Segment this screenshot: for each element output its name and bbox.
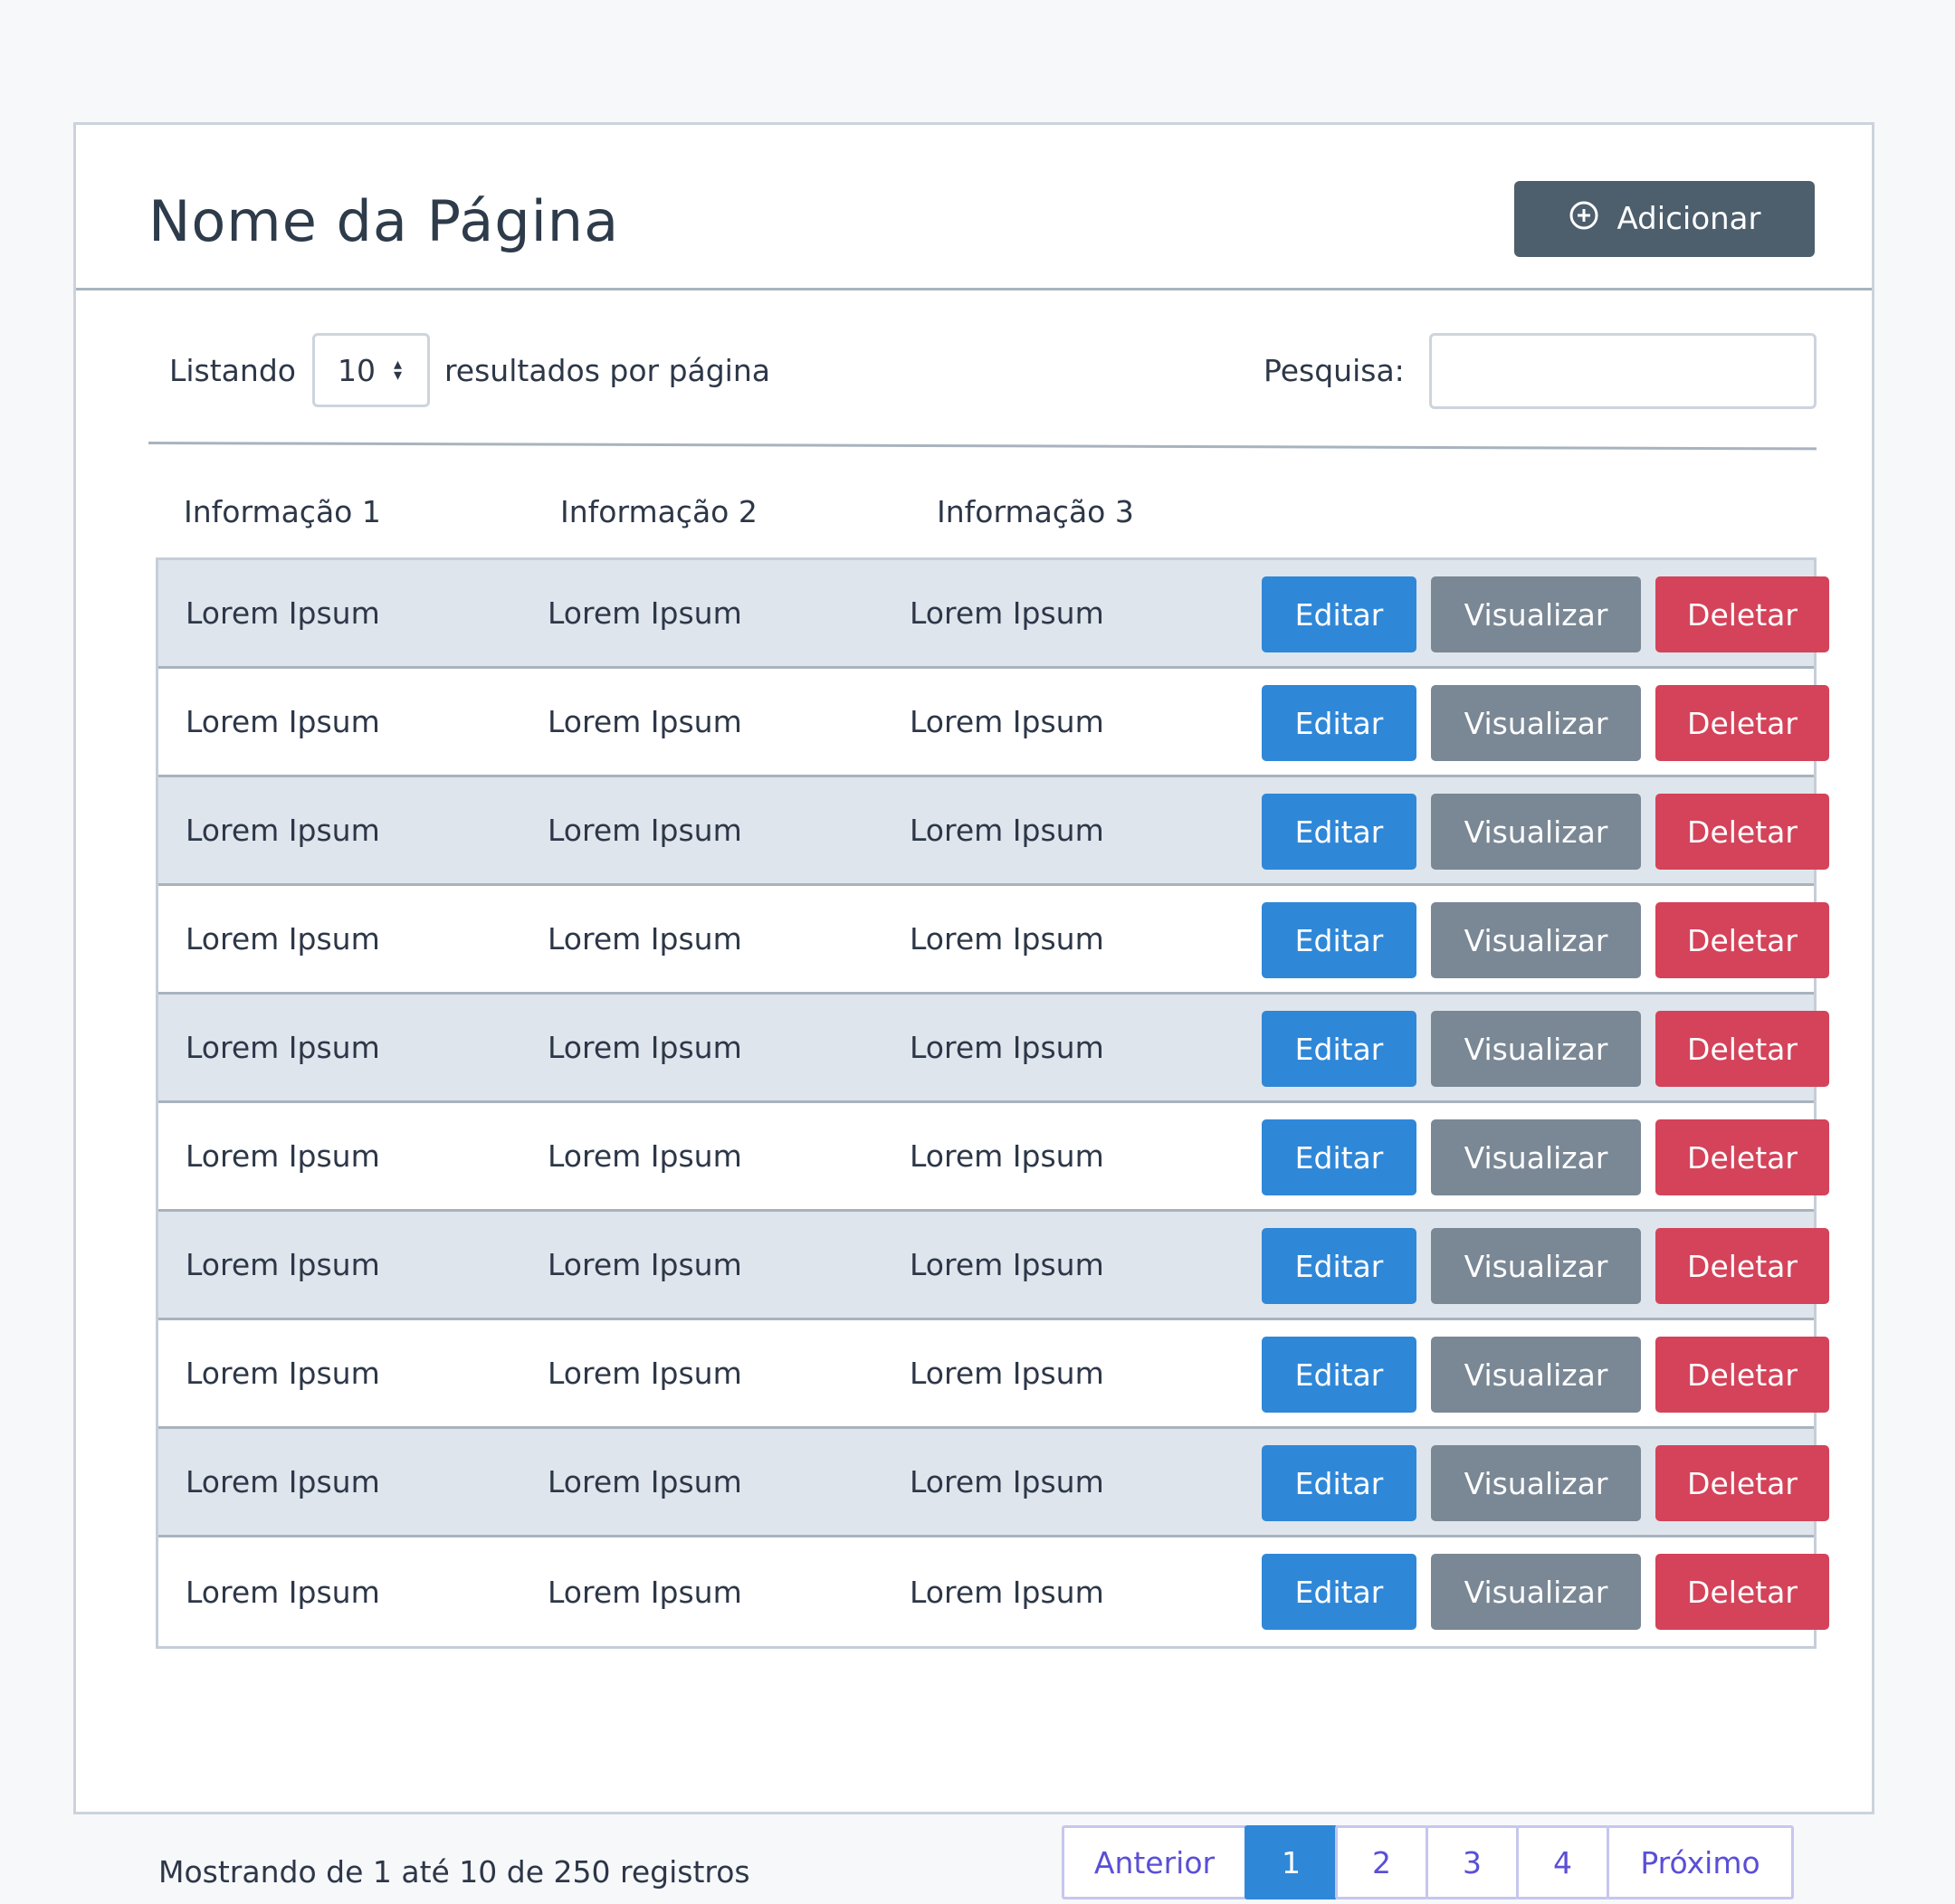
table-cell-info-3: Lorem Ipsum xyxy=(910,1247,1104,1282)
view-button[interactable]: Visualizar xyxy=(1431,1337,1641,1413)
table-row: Lorem Ipsum Lorem Ipsum Lorem Ipsum Editar V… xyxy=(158,1212,1829,1320)
edit-button[interactable]: Editar xyxy=(1262,1011,1416,1087)
table-row: Lorem Ipsum Lorem Ipsum Lorem Ipsum Editar V… xyxy=(158,1103,1829,1212)
search-input[interactable] xyxy=(1429,333,1817,409)
pagination-page-3[interactable]: 3 xyxy=(1426,1825,1519,1899)
table-cell-info-1: Lorem Ipsum xyxy=(186,1247,380,1282)
delete-button[interactable]: Deletar xyxy=(1655,1011,1829,1087)
table-cell-info-1: Lorem Ipsum xyxy=(186,1464,380,1499)
pagination-page-4[interactable]: 4 xyxy=(1516,1825,1609,1899)
listing-label: Listando xyxy=(169,352,296,388)
table-cell-info-2: Lorem Ipsum xyxy=(548,1574,742,1610)
delete-button[interactable]: Deletar xyxy=(1655,1337,1829,1413)
page-size-value: 10 xyxy=(337,352,376,388)
table-cell-info-3: Lorem Ipsum xyxy=(910,1138,1104,1174)
table-row: Lorem Ipsum Lorem Ipsum Lorem Ipsum Editar V… xyxy=(158,995,1829,1103)
delete-button[interactable]: Deletar xyxy=(1655,794,1829,870)
edit-button[interactable]: Editar xyxy=(1262,1228,1416,1304)
search-label: Pesquisa: xyxy=(1264,353,1405,388)
table-row: Lorem Ipsum Lorem Ipsum Lorem Ipsum Editar V… xyxy=(158,1537,1829,1646)
table-cell-info-2: Lorem Ipsum xyxy=(548,1356,742,1391)
add-button[interactable]: Adicionar xyxy=(1514,181,1815,257)
table-cell-info-3: Lorem Ipsum xyxy=(910,921,1104,957)
content-card: Nome da Página Adicionar Listando 10 ▴ ▾ … xyxy=(73,122,1874,1899)
delete-button[interactable]: Deletar xyxy=(1655,1554,1829,1630)
table-cell-info-1: Lorem Ipsum xyxy=(186,813,380,848)
table-cell-info-1: Lorem Ipsum xyxy=(186,1574,380,1610)
view-button[interactable]: Visualizar xyxy=(1431,576,1641,652)
table-cell-info-1: Lorem Ipsum xyxy=(186,704,380,739)
column-header-2: Informação 2 xyxy=(560,494,758,529)
table-cell-info-3: Lorem Ipsum xyxy=(910,595,1104,631)
delete-button[interactable]: Deletar xyxy=(1655,685,1829,761)
view-button[interactable]: Visualizar xyxy=(1431,1228,1641,1304)
table-row: Lorem Ipsum Lorem Ipsum Lorem Ipsum Editar V… xyxy=(158,560,1829,669)
pagination: Anterior 1 2 3 4 Próximo xyxy=(1062,1825,1794,1899)
data-table: Lorem Ipsum Lorem Ipsum Lorem Ipsum Editar V… xyxy=(156,557,1829,1649)
divider xyxy=(148,442,1817,451)
table-cell-info-3: Lorem Ipsum xyxy=(910,1574,1104,1610)
table-cell-info-1: Lorem Ipsum xyxy=(186,595,380,631)
table-cell-info-2: Lorem Ipsum xyxy=(548,1247,742,1282)
delete-button[interactable]: Deletar xyxy=(1655,1119,1829,1195)
view-button[interactable]: Visualizar xyxy=(1431,794,1641,870)
delete-button[interactable]: Deletar xyxy=(1655,576,1829,652)
page-size-control: Listando 10 ▴ ▾ resultados por página xyxy=(169,333,770,407)
table-cell-info-3: Lorem Ipsum xyxy=(910,704,1104,739)
view-button[interactable]: Visualizar xyxy=(1431,685,1641,761)
page-title: Nome da Página xyxy=(148,188,620,254)
view-button[interactable]: Visualizar xyxy=(1431,1554,1641,1630)
table-cell-info-2: Lorem Ipsum xyxy=(548,1030,742,1065)
table-cell-info-1: Lorem Ipsum xyxy=(186,1030,380,1065)
edit-button[interactable]: Editar xyxy=(1262,1337,1416,1413)
column-header-3: Informação 3 xyxy=(937,494,1134,529)
card-header: Nome da Página Adicionar xyxy=(76,125,1872,290)
edit-button[interactable]: Editar xyxy=(1262,1554,1416,1630)
pagination-previous[interactable]: Anterior xyxy=(1062,1825,1247,1899)
view-button[interactable]: Visualizar xyxy=(1431,902,1641,978)
edit-button[interactable]: Editar xyxy=(1262,794,1416,870)
edit-button[interactable]: Editar xyxy=(1262,902,1416,978)
delete-button[interactable]: Deletar xyxy=(1655,902,1829,978)
table-cell-info-2: Lorem Ipsum xyxy=(548,921,742,957)
plus-circle-icon xyxy=(1569,200,1599,239)
delete-button[interactable]: Deletar xyxy=(1655,1445,1829,1521)
table-cell-info-3: Lorem Ipsum xyxy=(910,1464,1104,1499)
table-row: Lorem Ipsum Lorem Ipsum Lorem Ipsum Editar V… xyxy=(158,886,1829,995)
table-cell-info-2: Lorem Ipsum xyxy=(548,704,742,739)
table-cell-info-1: Lorem Ipsum xyxy=(186,1356,380,1391)
table-cell-info-1: Lorem Ipsum xyxy=(186,921,380,957)
view-button[interactable]: Visualizar xyxy=(1431,1011,1641,1087)
pagination-page-2[interactable]: 2 xyxy=(1335,1825,1428,1899)
pagination-next[interactable]: Próximo xyxy=(1607,1825,1794,1899)
edit-button[interactable]: Editar xyxy=(1262,576,1416,652)
sort-arrows-icon: ▴ ▾ xyxy=(393,355,403,385)
table-cell-info-2: Lorem Ipsum xyxy=(548,1138,742,1174)
table-row: Lorem Ipsum Lorem Ipsum Lorem Ipsum Editar V… xyxy=(158,777,1829,886)
add-button-label: Adicionar xyxy=(1616,201,1761,237)
table-cell-info-1: Lorem Ipsum xyxy=(186,1138,380,1174)
table-cell-info-3: Lorem Ipsum xyxy=(910,813,1104,848)
table-cell-info-2: Lorem Ipsum xyxy=(548,595,742,631)
view-button[interactable]: Visualizar xyxy=(1431,1445,1641,1521)
edit-button[interactable]: Editar xyxy=(1262,1119,1416,1195)
table-row: Lorem Ipsum Lorem Ipsum Lorem Ipsum Editar V… xyxy=(158,1429,1829,1537)
table-cell-info-3: Lorem Ipsum xyxy=(910,1030,1104,1065)
per-page-label: resultados por página xyxy=(443,352,770,388)
column-header-1: Informação 1 xyxy=(184,494,381,529)
table-cell-info-2: Lorem Ipsum xyxy=(548,813,742,848)
table-row: Lorem Ipsum Lorem Ipsum Lorem Ipsum Editar V… xyxy=(158,1320,1829,1429)
page-size-select[interactable]: 10 ▴ ▾ xyxy=(311,333,430,407)
edit-button[interactable]: Editar xyxy=(1262,685,1416,761)
edit-button[interactable]: Editar xyxy=(1262,1445,1416,1521)
table-row: Lorem Ipsum Lorem Ipsum Lorem Ipsum Editar V… xyxy=(158,669,1829,777)
view-button[interactable]: Visualizar xyxy=(1431,1119,1641,1195)
delete-button[interactable]: Deletar xyxy=(1655,1228,1829,1304)
records-info: Mostrando de 1 até 10 de 250 registros xyxy=(158,1854,750,1890)
table-cell-info-3: Lorem Ipsum xyxy=(910,1356,1104,1391)
table-cell-info-2: Lorem Ipsum xyxy=(548,1464,742,1499)
pagination-page-1[interactable]: 1 xyxy=(1245,1825,1338,1899)
